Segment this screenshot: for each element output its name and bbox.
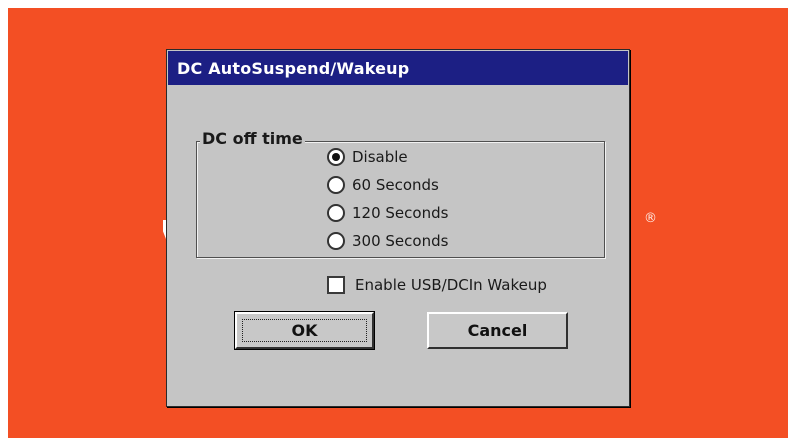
radio-option-disable[interactable]: Disable — [327, 145, 408, 169]
ok-button-label: OK — [291, 321, 318, 340]
registered-trademark-mark: ® — [644, 211, 657, 226]
radio-button-selected[interactable] — [327, 148, 345, 166]
usb-dcin-wakeup-option[interactable]: Enable USB/DCIn Wakeup — [327, 274, 547, 296]
radio-button[interactable] — [327, 176, 345, 194]
radio-button[interactable] — [327, 232, 345, 250]
radio-label-300-seconds: 300 Seconds — [352, 232, 449, 250]
screen-frame: ® DC AutoSuspend/Wakeup DC off time Disa… — [0, 0, 793, 446]
radio-option-120-seconds[interactable]: 120 Seconds — [327, 201, 448, 225]
usb-dcin-wakeup-label: Enable USB/DCIn Wakeup — [355, 276, 547, 294]
radio-button[interactable] — [327, 204, 345, 222]
radio-label-120-seconds: 120 Seconds — [352, 204, 449, 222]
cancel-button[interactable]: Cancel — [427, 312, 568, 349]
usb-dcin-wakeup-checkbox[interactable] — [327, 276, 345, 294]
dc-off-time-label: DC off time — [200, 129, 305, 148]
radio-option-60-seconds[interactable]: 60 Seconds — [327, 173, 439, 197]
dialog-title-bar[interactable]: DC AutoSuspend/Wakeup — [168, 51, 628, 85]
dialog-title: DC AutoSuspend/Wakeup — [177, 59, 410, 78]
radio-label-disable: Disable — [352, 148, 408, 166]
cancel-button-label: Cancel — [467, 321, 528, 340]
radio-label-60-seconds: 60 Seconds — [352, 176, 439, 194]
ok-button[interactable]: OK — [234, 311, 375, 350]
radio-option-300-seconds[interactable]: 300 Seconds — [327, 229, 448, 253]
